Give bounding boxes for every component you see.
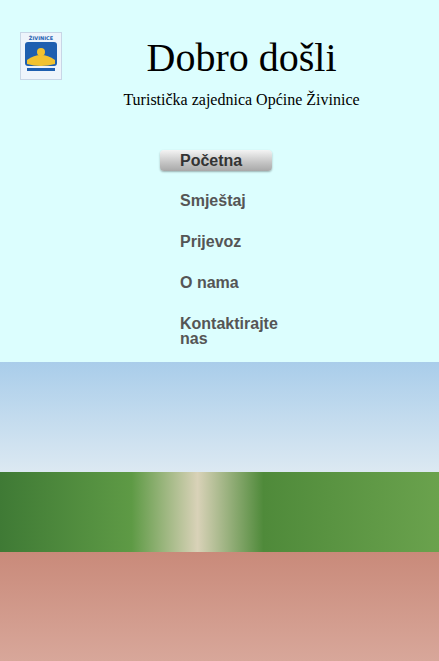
coat-of-arms-icon	[23, 42, 59, 72]
menu-item[interactable]: Prijevoz	[160, 232, 290, 253]
menu-item[interactable]: O nama	[160, 273, 290, 294]
header-titles: Dobro došli Turistička zajednica Općine …	[62, 32, 439, 110]
main-menu: Početna Smještaj Prijevoz O nama Kontaktiraj…	[0, 112, 300, 362]
page-title: Dobro došli	[62, 36, 421, 80]
menu-item[interactable]: Smještaj	[160, 191, 290, 212]
town-photo	[0, 362, 439, 661]
page-subtitle: Turistička zajednica Općine Živinice	[62, 90, 421, 110]
logo-icon[interactable]: ŽIVINICE	[20, 32, 62, 80]
logo-text: ŽIVINICE	[29, 35, 53, 41]
menu-item[interactable]: Početna	[160, 150, 272, 171]
header: ŽIVINICE Dobro došli Turistička zajednic…	[0, 0, 439, 112]
menu-item[interactable]: Kontaktirajte nas	[160, 314, 290, 348]
page: ŽIVINICE Dobro došli Turistička zajednic…	[0, 0, 439, 661]
